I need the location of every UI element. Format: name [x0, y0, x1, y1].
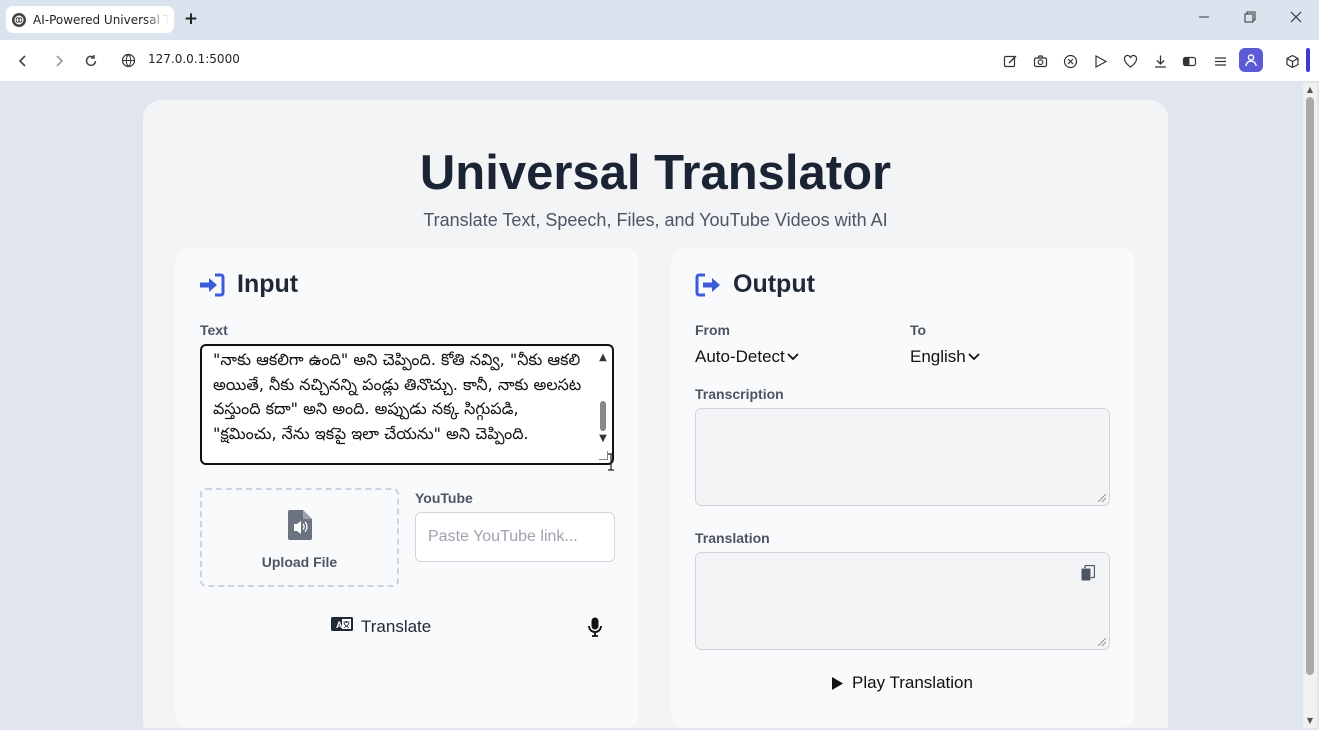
menu-icon[interactable]	[1209, 50, 1231, 72]
address-bar[interactable]: 127.0.0.1:5000	[148, 52, 240, 66]
input-heading-text: Input	[237, 270, 299, 298]
minimize-button[interactable]	[1189, 6, 1219, 28]
input-panel: Input Text "నాకు ఆకలిగా ఉంది" అని చెప్పి…	[175, 248, 639, 728]
edit-icon[interactable]	[999, 50, 1021, 72]
download-icon[interactable]	[1149, 50, 1171, 72]
play-store-icon[interactable]	[1089, 50, 1111, 72]
sidebar-toggle[interactable]	[1306, 48, 1310, 72]
transcription-output[interactable]	[695, 408, 1110, 506]
reload-button[interactable]	[80, 50, 102, 72]
output-heading-text: Output	[733, 270, 815, 298]
transcription-label: Transcription	[695, 386, 784, 402]
restore-button[interactable]	[1235, 6, 1265, 28]
page-viewport: Universal Translator Translate Text, Spe…	[4, 83, 1302, 728]
new-tab-button[interactable]: +	[180, 8, 202, 30]
tab-title: AI-Powered Universal Translator	[33, 12, 169, 27]
page-subtitle: Translate Text, Speech, Files, and YouTu…	[423, 210, 888, 230]
youtube-input[interactable]: Paste YouTube link...	[415, 512, 615, 562]
scroll-down-icon[interactable]: ▼	[1305, 716, 1315, 726]
text-cursor-icon	[606, 453, 616, 475]
translation-label: Translation	[695, 530, 770, 546]
upload-file-dropzone[interactable]: Upload File	[200, 488, 399, 587]
language-icon: A	[331, 616, 353, 637]
text-input[interactable]: "నాకు ఆకలిగా ఉంది" అని చెప్పింది. కోతి న…	[200, 344, 614, 465]
page-scroll-thumb[interactable]	[1306, 97, 1314, 675]
page-scrollbar[interactable]: ▲ ▼	[1303, 83, 1317, 728]
play-icon	[832, 676, 843, 690]
from-language-value: Auto-Detect	[695, 347, 785, 366]
chevron-down-icon	[787, 353, 799, 361]
svg-text:A: A	[336, 620, 343, 630]
play-translation-button[interactable]: Play Translation	[831, 673, 973, 693]
camera-icon[interactable]	[1029, 50, 1051, 72]
microphone-button[interactable]	[588, 617, 602, 641]
site-info-icon[interactable]	[119, 51, 137, 69]
scroll-down-icon[interactable]: ▼	[598, 427, 608, 452]
browser-tab[interactable]: AI-Powered Universal Translator	[6, 6, 174, 33]
back-button[interactable]	[12, 50, 34, 72]
globe-icon	[12, 12, 26, 27]
copy-icon[interactable]	[1081, 564, 1096, 585]
page-title: Universal Translator	[419, 146, 892, 200]
microphone-icon	[588, 617, 602, 637]
sign-in-icon	[200, 273, 225, 296]
upload-file-label: Upload File	[261, 554, 338, 570]
textarea-scrollbar[interactable]: ▲ ▼	[598, 346, 608, 463]
extension-icon[interactable]	[1281, 50, 1303, 72]
audio-file-icon	[288, 510, 312, 544]
resize-handle[interactable]	[1098, 638, 1106, 646]
output-panel: Output From Auto-Detect To English Trans…	[671, 248, 1134, 728]
resize-handle[interactable]	[1098, 494, 1106, 502]
shield-icon[interactable]	[1059, 50, 1081, 72]
translate-button[interactable]: A Translate	[331, 616, 431, 637]
profile-avatar[interactable]	[1239, 48, 1263, 72]
text-input-value: "నాకు ఆకలిగా ఉంది" అని చెప్పింది. కోతి న…	[213, 350, 582, 443]
forward-button[interactable]	[48, 50, 70, 72]
to-language-select[interactable]: English	[910, 347, 980, 367]
tag-icon[interactable]	[1179, 50, 1201, 72]
text-label: Text	[200, 322, 228, 338]
heart-icon[interactable]	[1119, 50, 1141, 72]
chevron-down-icon	[968, 353, 980, 361]
scroll-up-icon[interactable]: ▲	[1305, 85, 1315, 95]
tab-strip: AI-Powered Universal Translator +	[0, 0, 1319, 40]
translation-output[interactable]	[695, 552, 1110, 650]
translate-button-label: Translate	[361, 616, 432, 636]
from-language-select[interactable]: Auto-Detect	[695, 347, 799, 367]
input-heading: Input	[199, 270, 298, 299]
youtube-label: YouTube	[415, 490, 473, 506]
play-translation-label: Play Translation	[852, 673, 973, 692]
scroll-up-icon[interactable]: ▲	[598, 346, 608, 371]
browser-toolbar: 127.0.0.1:5000	[0, 40, 1319, 82]
to-language-value: English	[910, 347, 966, 366]
to-label: To	[910, 322, 927, 338]
close-window-button[interactable]	[1281, 6, 1311, 28]
output-heading: Output	[695, 270, 815, 299]
translator-card: Universal Translator Translate Text, Spe…	[143, 100, 1168, 728]
from-label: From	[695, 322, 730, 338]
sign-out-icon	[695, 273, 720, 296]
